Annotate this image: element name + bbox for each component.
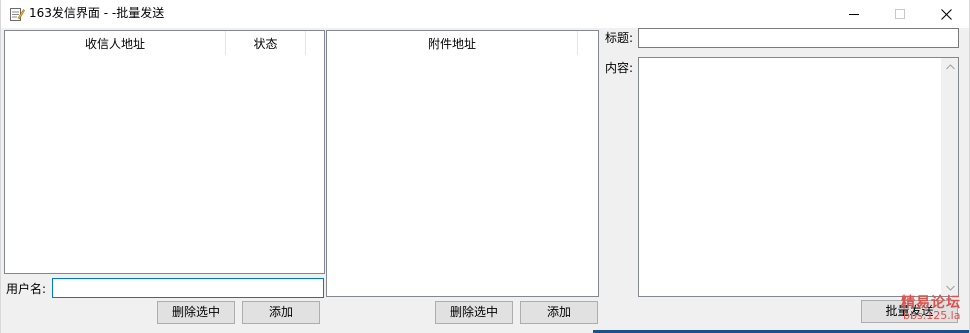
attachments-list-header: 附件地址 xyxy=(327,31,578,55)
delete-selected-recipients-button[interactable]: 删除选中 xyxy=(157,301,235,324)
add-attachment-button[interactable]: 添加 xyxy=(520,301,598,324)
content-textarea[interactable] xyxy=(638,57,959,297)
maximize-icon xyxy=(895,9,905,19)
main-window: 163发信界面 - -批量发送 收信人地址 状态 附件地址 用户名: 标题: 内… xyxy=(0,0,970,333)
close-button[interactable] xyxy=(923,0,969,28)
attachments-list[interactable]: 附件地址 xyxy=(326,30,599,297)
add-recipient-button[interactable]: 添加 xyxy=(242,301,320,324)
subject-label: 标题: xyxy=(605,31,634,45)
close-icon xyxy=(940,8,952,20)
watermark-url: bbs.125.la xyxy=(903,309,961,322)
scroll-up-button[interactable] xyxy=(942,58,959,75)
username-input[interactable] xyxy=(52,278,324,298)
title-bar: 163发信界面 - -批量发送 xyxy=(1,0,969,28)
chevron-up-icon xyxy=(946,63,955,69)
recipients-list[interactable]: 收信人地址 状态 xyxy=(4,30,325,274)
column-header-recipient-address[interactable]: 收信人地址 xyxy=(5,31,226,55)
forum-watermark: 精易论坛 bbs.125.la xyxy=(891,290,970,333)
minimize-icon xyxy=(849,14,859,15)
maximize-button[interactable] xyxy=(877,0,923,28)
subject-input[interactable] xyxy=(638,28,959,48)
content-label: 内容: xyxy=(605,61,634,75)
notepad-pencil-icon xyxy=(9,6,25,22)
column-header-status[interactable]: 状态 xyxy=(226,31,306,55)
window-title: 163发信界面 - -批量发送 xyxy=(29,6,165,20)
minimize-button[interactable] xyxy=(831,0,877,28)
column-header-attachment-path[interactable]: 附件地址 xyxy=(327,31,578,55)
delete-selected-attachments-button[interactable]: 删除选中 xyxy=(435,301,513,324)
username-label: 用户名: xyxy=(6,282,47,296)
content-scrollbar[interactable] xyxy=(941,58,958,296)
recipients-list-header: 收信人地址 状态 xyxy=(5,31,306,55)
